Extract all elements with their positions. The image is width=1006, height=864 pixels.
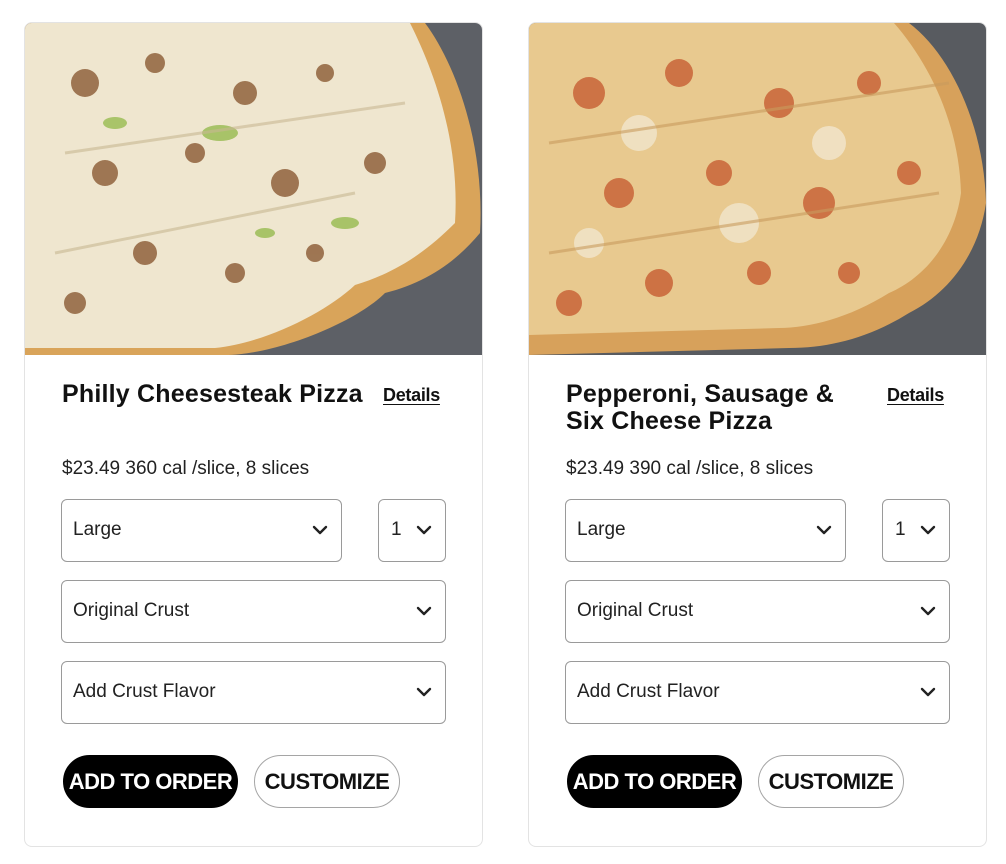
crust-flavor-select[interactable]: Add Crust Flavor	[565, 661, 950, 724]
size-value: Large	[73, 519, 122, 540]
product-image[interactable]	[25, 23, 482, 355]
size-select[interactable]: Large	[61, 499, 342, 562]
crust-flavor-select[interactable]: Add Crust Flavor	[61, 661, 446, 724]
customize-button[interactable]: CUSTOMIZE	[758, 755, 904, 808]
product-image[interactable]	[529, 23, 986, 355]
quantity-value: 1	[895, 519, 906, 540]
calories: 360 cal /slice, 8 slices	[125, 458, 310, 479]
quantity-value: 1	[391, 519, 402, 540]
details-link[interactable]: Details	[383, 385, 440, 406]
price-calories: $23.49 360 cal /slice, 8 slices	[62, 458, 309, 480]
price-calories: $23.49 390 cal /slice, 8 slices	[566, 458, 813, 480]
chevron-down-icon	[312, 525, 328, 535]
chevron-down-icon	[816, 525, 832, 535]
details-link[interactable]: Details	[887, 385, 944, 406]
add-to-order-button[interactable]: ADD TO ORDER	[63, 755, 238, 808]
price: $23.49	[62, 458, 121, 479]
customize-button[interactable]: CUSTOMIZE	[254, 755, 400, 808]
crust-select[interactable]: Original Crust	[61, 580, 446, 643]
chevron-down-icon	[920, 687, 936, 697]
quantity-select[interactable]: 1	[378, 499, 446, 562]
quantity-select[interactable]: 1	[882, 499, 950, 562]
chevron-down-icon	[920, 606, 936, 616]
product-title: Philly Cheesesteak Pizza	[62, 380, 363, 408]
calories: 390 cal /slice, 8 slices	[629, 458, 814, 479]
product-title: Pepperoni, Sausage & Six Cheese Pizza	[566, 380, 834, 435]
product-card-pepperoni-sausage-six-cheese: Pepperoni, Sausage & Six Cheese Pizza De…	[528, 22, 987, 847]
price: $23.49	[566, 458, 625, 479]
crust-value: Original Crust	[577, 600, 694, 621]
chevron-down-icon	[416, 525, 432, 535]
chevron-down-icon	[920, 525, 936, 535]
crust-value: Original Crust	[73, 600, 190, 621]
chevron-down-icon	[416, 606, 432, 616]
chevron-down-icon	[416, 687, 432, 697]
size-value: Large	[577, 519, 626, 540]
crust-flavor-value: Add Crust Flavor	[73, 681, 216, 702]
crust-select[interactable]: Original Crust	[565, 580, 950, 643]
size-select[interactable]: Large	[565, 499, 846, 562]
add-to-order-button[interactable]: ADD TO ORDER	[567, 755, 742, 808]
product-card-philly-cheesesteak: Philly Cheesesteak Pizza Details $23.49 …	[24, 22, 483, 847]
crust-flavor-value: Add Crust Flavor	[577, 681, 720, 702]
